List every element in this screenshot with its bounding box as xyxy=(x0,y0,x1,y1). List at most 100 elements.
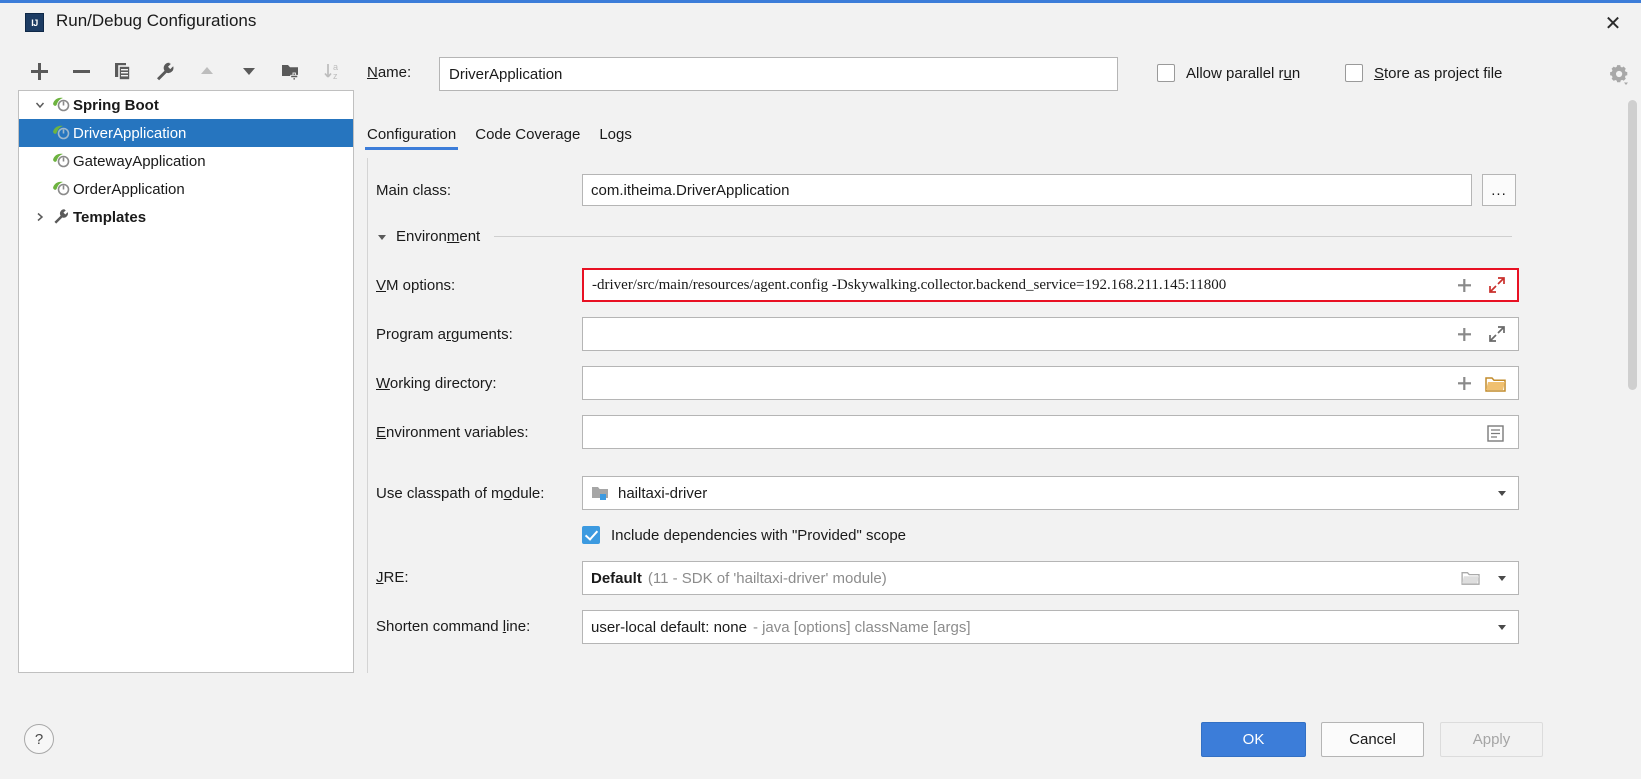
remove-configuration-button[interactable] xyxy=(60,54,102,88)
expand-chevron-icon[interactable] xyxy=(29,91,51,119)
new-folder-button[interactable] xyxy=(270,54,312,88)
store-as-project-file-checkbox[interactable]: Store as project file xyxy=(1345,64,1502,82)
working-directory-input[interactable] xyxy=(582,366,1519,400)
sort-az-icon: a z xyxy=(324,62,338,81)
name-input[interactable] xyxy=(439,57,1118,91)
vm-options-input[interactable]: -driver/src/main/resources/agent.config … xyxy=(582,268,1519,302)
jre-label: JRE: xyxy=(376,569,409,586)
configuration-panel: Main class: com.itheima.DriverApplicatio… xyxy=(367,158,1524,673)
working-directory-folder-icon[interactable] xyxy=(1484,374,1508,394)
configurations-toolbar: a z xyxy=(18,52,354,90)
program-arguments-label: Program arguments: xyxy=(376,326,513,343)
environment-section-label: Environment xyxy=(396,228,481,245)
environment-variables-label: Environment variables: xyxy=(376,424,529,441)
checkbox-box xyxy=(1345,64,1363,82)
store-as-project-file-label: Store as project file xyxy=(1374,64,1503,82)
tab-code-coverage[interactable]: Code Coverage xyxy=(475,126,580,150)
vm-options-value: -driver/src/main/resources/agent.config … xyxy=(592,276,1227,293)
tree-item-label: Templates xyxy=(73,208,147,226)
arrow-up-icon xyxy=(201,67,213,74)
checkbox-box xyxy=(582,526,600,544)
program-arguments-macro-icon[interactable] xyxy=(1455,325,1473,343)
spring-boot-icon xyxy=(51,179,73,199)
classpath-module-label: Use classpath of module: xyxy=(376,485,545,502)
collapse-chevron-icon[interactable] xyxy=(29,203,51,231)
tree-item-templates[interactable]: Templates xyxy=(19,203,353,231)
jre-folder-icon[interactable] xyxy=(1456,563,1486,593)
tree-item-orderapplication[interactable]: OrderApplication xyxy=(19,175,353,203)
environment-variables-list-icon[interactable] xyxy=(1484,423,1506,443)
tab-configuration[interactable]: Configuration xyxy=(364,126,459,150)
working-directory-label: Working directory: xyxy=(376,375,497,392)
vm-options-macro-icon[interactable] xyxy=(1455,276,1473,294)
main-class-label: Main class: xyxy=(376,182,452,199)
include-dependencies-label: Include dependencies with "Provided" sco… xyxy=(611,526,907,544)
tab-logs[interactable]: Logs xyxy=(599,126,632,150)
section-collapse-icon[interactable] xyxy=(376,231,388,243)
shorten-command-line-value: user-local default: none xyxy=(591,618,747,636)
svg-text:z: z xyxy=(333,71,338,81)
tree-item-driverapplication[interactable]: DriverApplication xyxy=(19,119,353,147)
spring-boot-icon xyxy=(51,123,73,143)
tree-item-label: OrderApplication xyxy=(73,180,185,198)
checkbox-box xyxy=(1157,64,1175,82)
tree-item-spring-boot[interactable]: Spring Boot xyxy=(19,91,353,119)
jre-value: Default xyxy=(591,569,642,587)
scrollbar-thumb[interactable] xyxy=(1628,100,1637,390)
apply-button[interactable]: Apply xyxy=(1440,722,1543,757)
gear-dropdown-icon xyxy=(1610,65,1628,85)
folder-add-icon xyxy=(282,65,299,81)
minus-icon xyxy=(73,70,90,73)
main-class-input[interactable]: com.itheima.DriverApplication xyxy=(582,174,1472,206)
configurations-tree[interactable]: Spring Boot DriverApplication GatewayApp… xyxy=(18,90,354,673)
plus-icon xyxy=(31,63,48,80)
help-button[interactable]: ? xyxy=(24,724,54,754)
browse-main-class-button[interactable]: ... xyxy=(1482,174,1516,206)
working-directory-macro-icon[interactable] xyxy=(1455,374,1473,392)
tree-item-label: DriverApplication xyxy=(73,124,187,142)
spring-boot-icon xyxy=(51,151,73,171)
cancel-button[interactable]: Cancel xyxy=(1321,722,1424,757)
ok-button[interactable]: OK xyxy=(1201,722,1306,757)
spring-boot-icon xyxy=(51,95,73,115)
edit-templates-button[interactable] xyxy=(144,54,186,88)
move-down-button[interactable] xyxy=(228,54,270,88)
environment-variables-input[interactable] xyxy=(582,415,1519,449)
shorten-command-line-label: Shorten command line: xyxy=(376,618,531,635)
copy-icon xyxy=(115,63,131,81)
module-icon xyxy=(591,485,611,501)
environment-section-header[interactable]: Environment xyxy=(376,228,1516,245)
section-divider xyxy=(494,236,1512,237)
chevron-down-icon[interactable] xyxy=(1487,563,1517,593)
sort-alphabetically-button[interactable]: a z xyxy=(312,54,354,88)
program-arguments-input[interactable] xyxy=(582,317,1519,351)
shorten-command-line-dropdown[interactable]: user-local default: none - java [options… xyxy=(582,610,1519,644)
allow-parallel-run-label: Allow parallel run xyxy=(1186,64,1301,82)
content-scrollbar[interactable] xyxy=(1628,100,1637,660)
configuration-tabs: Configuration Code Coverage Logs xyxy=(364,126,651,156)
add-configuration-button[interactable] xyxy=(18,54,60,88)
project-file-settings-button[interactable] xyxy=(1607,62,1633,88)
allow-parallel-run-checkbox[interactable]: Allow parallel run xyxy=(1157,64,1300,82)
dialog-title: Run/Debug Configurations xyxy=(56,11,257,30)
jre-dropdown[interactable]: Default (11 - SDK of 'hailtaxi-driver' m… xyxy=(582,561,1519,595)
main-class-value: com.itheima.DriverApplication xyxy=(591,181,790,199)
wrench-icon xyxy=(157,62,174,81)
classpath-module-dropdown[interactable]: hailtaxi-driver xyxy=(582,476,1519,510)
shorten-command-line-detail: - java [options] className [args] xyxy=(752,618,971,636)
move-up-button[interactable] xyxy=(186,54,228,88)
include-dependencies-checkbox[interactable]: Include dependencies with "Provided" sco… xyxy=(582,526,906,544)
chevron-down-icon[interactable] xyxy=(1487,478,1517,508)
program-arguments-expand-icon[interactable] xyxy=(1486,323,1508,345)
copy-configuration-button[interactable] xyxy=(102,54,144,88)
app-icon-label: IJ xyxy=(31,17,38,28)
arrow-down-icon xyxy=(243,68,255,75)
wrench-icon xyxy=(51,207,73,227)
close-icon[interactable]: ✕ xyxy=(1599,9,1627,37)
vm-options-expand-icon[interactable] xyxy=(1486,274,1508,296)
vm-options-label: VM options: xyxy=(376,277,456,294)
run-debug-configurations-dialog: IJ Run/Debug Configurations ✕ a z Spring… xyxy=(0,0,1641,779)
name-label: Name: xyxy=(367,64,412,81)
tree-item-gatewayapplication[interactable]: GatewayApplication xyxy=(19,147,353,175)
chevron-down-icon[interactable] xyxy=(1487,612,1517,642)
